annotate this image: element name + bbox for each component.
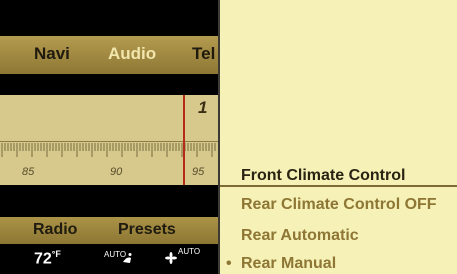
audio-panel: Navi Audio Tel 1 85 90 95 Radio Presets … <box>0 0 218 274</box>
menu-item-label: Front Climate Control <box>241 167 406 184</box>
frequency-readout: 1 <box>198 98 208 117</box>
menu-item-label: Rear Manual <box>241 255 337 272</box>
presets-button[interactable]: Presets <box>118 221 176 239</box>
fan-icon[interactable] <box>165 252 177 264</box>
tuner-scale-ticks <box>1 143 216 157</box>
head-unit-screen: Navi Audio Tel 1 85 90 95 Radio Presets … <box>0 0 457 274</box>
scale-label: 90 <box>110 166 123 178</box>
selected-bullet: • <box>226 255 232 272</box>
menu-item-front-climate[interactable]: Front Climate Control <box>220 162 457 187</box>
audio-sub-menu: Radio Presets <box>0 217 218 244</box>
scale-label: 95 <box>192 166 205 178</box>
menu-item-rear-climate-off[interactable]: Rear Climate Control OFF <box>220 191 457 218</box>
seat-heat-icon[interactable] <box>121 252 133 264</box>
menu-item-label: Rear Automatic <box>241 227 359 244</box>
tab-audio[interactable]: Audio <box>108 44 156 64</box>
main-tab-bar: Navi Audio Tel <box>0 36 218 74</box>
temperature-unit: °F <box>51 249 61 259</box>
tuner-needle[interactable] <box>183 95 185 185</box>
auto-label: AUTO <box>178 247 201 256</box>
menu-item-rear-automatic[interactable]: Rear Automatic <box>220 222 457 249</box>
temperature-readout[interactable]: 72°F <box>34 249 61 268</box>
tab-tel[interactable]: Tel <box>192 44 215 64</box>
temperature-value: 72 <box>34 250 52 268</box>
menu-item-label: Rear Climate Control OFF <box>241 196 437 213</box>
radio-button[interactable]: Radio <box>33 221 77 239</box>
menu-item-rear-manual[interactable]: • Rear Manual <box>220 250 457 274</box>
scale-label: 85 <box>22 166 35 178</box>
climate-menu-panel: Front Climate Control Rear Climate Contr… <box>220 0 457 274</box>
tab-navi[interactable]: Navi <box>34 44 70 64</box>
